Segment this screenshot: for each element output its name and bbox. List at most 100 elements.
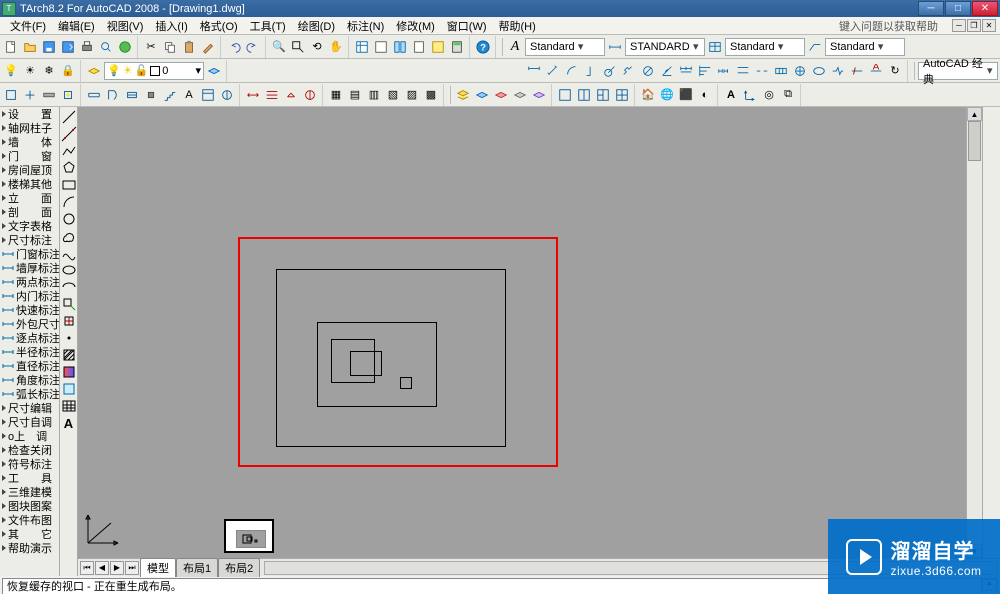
dim-jogged-button[interactable] <box>620 62 638 80</box>
menu-window[interactable]: 窗口(W) <box>441 17 493 35</box>
render-3-button[interactable]: ⬛ <box>677 86 695 104</box>
tab-layout1[interactable]: 布局1 <box>176 558 218 577</box>
mleader-style-combo[interactable]: Standard▾ <box>825 38 905 56</box>
hatch-button[interactable] <box>61 347 77 363</box>
sidebar-item[interactable]: 文字表格 <box>0 219 59 233</box>
minimize-button[interactable]: ─ <box>918 1 944 16</box>
circle-button[interactable] <box>61 211 77 227</box>
dim-angular-button[interactable] <box>658 62 676 80</box>
pan-button[interactable]: ✋ <box>327 38 345 56</box>
sidebar-item[interactable]: 门 窗 <box>0 149 59 163</box>
zoom-realtime-button[interactable]: 🔍 <box>270 38 288 56</box>
tarch-misc-6[interactable]: ▩ <box>422 86 440 104</box>
sidebar-item[interactable]: 立 面 <box>0 191 59 205</box>
mdi-close-button[interactable]: ✕ <box>982 19 996 32</box>
rectangle-button[interactable] <box>61 177 77 193</box>
sidebar-item[interactable]: 帮助演示 <box>0 541 59 555</box>
tarch-dim-2[interactable] <box>263 86 281 104</box>
tarch-door-button[interactable] <box>104 86 122 104</box>
ellipse-arc-button[interactable] <box>61 279 77 295</box>
layer-lock-button[interactable] <box>530 86 548 104</box>
dim-linear-button[interactable] <box>525 62 543 80</box>
render-4-button[interactable]: ◐ <box>696 86 714 104</box>
tarch-btn-3[interactable] <box>40 86 58 104</box>
sidebar-item[interactable]: 检查关闭 <box>0 443 59 457</box>
sidebar-item[interactable]: 墙 体 <box>0 135 59 149</box>
ellipse-button[interactable] <box>61 262 77 278</box>
sidebar-item[interactable]: 轴网柱子 <box>0 121 59 135</box>
tarch-misc-5[interactable]: ▨ <box>403 86 421 104</box>
markup-button[interactable] <box>429 38 447 56</box>
layer-combo[interactable]: 💡☀🔓 0 ▾ <box>104 62 204 80</box>
revcloud-button[interactable] <box>61 228 77 244</box>
text-style-icon[interactable]: A <box>506 38 524 56</box>
sidebar-item[interactable]: 房间屋顶 <box>0 163 59 177</box>
tool-palettes-button[interactable] <box>391 38 409 56</box>
sidebar-item[interactable]: 楼梯其他 <box>0 177 59 191</box>
sidebar-item[interactable]: 逐点标注 <box>0 331 59 345</box>
undo-button[interactable] <box>225 38 243 56</box>
viewport-1-button[interactable] <box>556 86 574 104</box>
copy-obj-button[interactable]: ⧉ <box>779 86 797 104</box>
sheet-set-button[interactable] <box>410 38 428 56</box>
sidebar-item[interactable]: 内门标注 <box>0 289 59 303</box>
bulb-icon[interactable]: 💡 <box>2 62 20 80</box>
polygon-button[interactable] <box>61 160 77 176</box>
gradient-button[interactable] <box>61 364 77 380</box>
help-hint[interactable]: 键入问题以获取帮助 <box>839 18 946 34</box>
arc-button[interactable] <box>61 194 77 210</box>
tarch-btn-2[interactable] <box>21 86 39 104</box>
tarch-section-button[interactable] <box>301 86 319 104</box>
tarch-elev-button[interactable] <box>282 86 300 104</box>
sidebar-item[interactable]: 图块图案 <box>0 499 59 513</box>
dim-arc-button[interactable] <box>563 62 581 80</box>
tarch-misc-3[interactable]: ▥ <box>365 86 383 104</box>
layer-off-button[interactable] <box>511 86 529 104</box>
workspace-combo[interactable]: AutoCAD 经典▾ <box>918 62 998 80</box>
sidebar-item[interactable]: 直径标注 <box>0 359 59 373</box>
dim-aligned-button[interactable] <box>544 62 562 80</box>
tarch-misc-1[interactable]: ▦ <box>327 86 345 104</box>
dim-inspect-button[interactable] <box>810 62 828 80</box>
tab-last-button[interactable]: ⏭ <box>125 561 139 575</box>
dim-quick-button[interactable] <box>677 62 695 80</box>
sidebar-item[interactable]: 弧长标注 <box>0 387 59 401</box>
mdi-minimize-button[interactable]: ─ <box>952 19 966 32</box>
table-button[interactable] <box>61 398 77 414</box>
sidebar-item[interactable]: 符号标注 <box>0 457 59 471</box>
mdi-restore-button[interactable]: ❐ <box>967 19 981 32</box>
make-block-button[interactable] <box>61 313 77 329</box>
menu-modify[interactable]: 修改(M) <box>390 17 441 35</box>
tab-next-button[interactable]: ▶ <box>110 561 124 575</box>
freeze-icon[interactable]: ❄ <box>40 62 58 80</box>
layer-match-button[interactable]: ◎ <box>760 86 778 104</box>
sidebar-item[interactable]: 三维建模 <box>0 485 59 499</box>
sidebar-item[interactable]: 工 具 <box>0 471 59 485</box>
sidebar-item[interactable]: 角度标注 <box>0 373 59 387</box>
lock-icon[interactable]: 🔒 <box>59 62 77 80</box>
viewport-4-button[interactable] <box>613 86 631 104</box>
tarch-btn-b[interactable] <box>199 86 217 104</box>
drawing-canvas[interactable] <box>78 107 966 558</box>
properties-button[interactable] <box>353 38 371 56</box>
dim-continue-button[interactable] <box>715 62 733 80</box>
tarch-btn-1[interactable] <box>2 86 20 104</box>
dim-radius-button[interactable] <box>601 62 619 80</box>
sidebar-item[interactable]: 尺寸标注 <box>0 233 59 247</box>
dim-ordinate-button[interactable] <box>582 62 600 80</box>
text-a-button[interactable]: A <box>722 86 740 104</box>
tarch-dim-1[interactable] <box>244 86 262 104</box>
redo-button[interactable] <box>244 38 262 56</box>
new-file-button[interactable] <box>2 38 20 56</box>
close-button[interactable]: ✕ <box>972 1 998 16</box>
vertical-scrollbar[interactable]: ▲ ▼ <box>966 107 982 558</box>
sidebar-item[interactable]: 其 它 <box>0 527 59 541</box>
dim-style-combo[interactable]: STANDARD▾ <box>625 38 705 56</box>
sidebar-item[interactable]: o上 调 <box>0 429 59 443</box>
line-button[interactable] <box>61 109 77 125</box>
sidebar-item[interactable]: 剖 面 <box>0 205 59 219</box>
tarch-btn-4[interactable] <box>59 86 77 104</box>
layer-stack-icon[interactable] <box>454 86 472 104</box>
tarch-misc-2[interactable]: ▤ <box>346 86 364 104</box>
tolerance-button[interactable] <box>772 62 790 80</box>
